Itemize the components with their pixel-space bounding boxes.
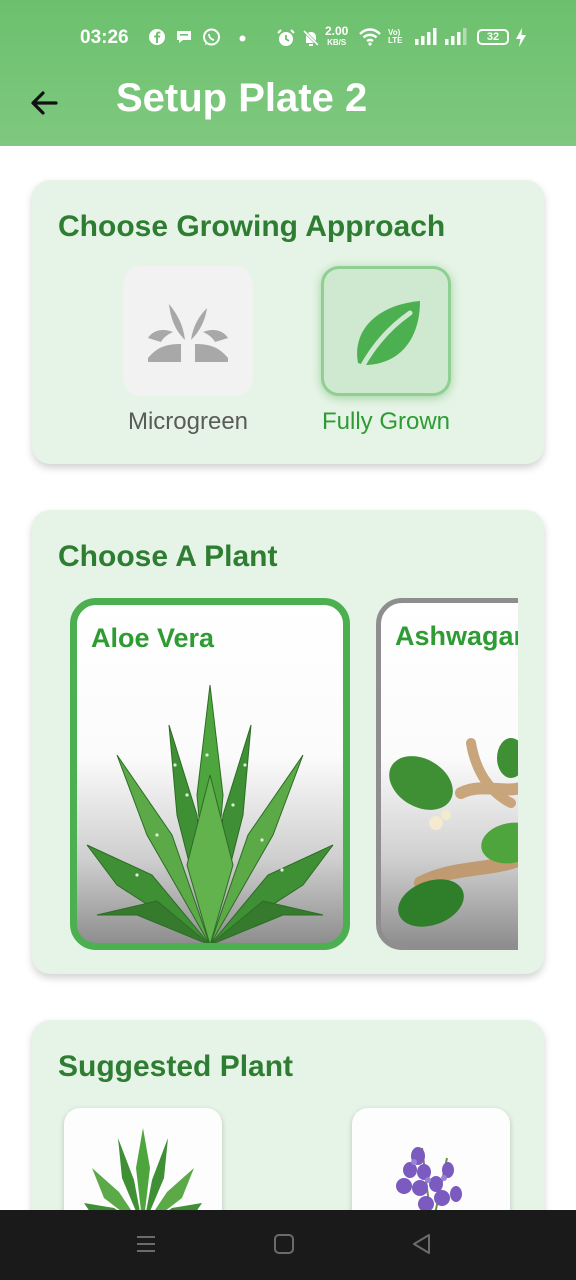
app-header: 03:26 2.00 KB/S Vo) LTE 32 Setup Plate 2 [0,0,576,146]
status-bar: 03:26 2.00 KB/S Vo) LTE 32 [0,0,576,78]
net-speed: 2.00 KB/S [325,24,349,48]
alarm-icon [277,29,295,46]
system-nav-bar [0,1210,576,1280]
signal-2-icon [445,28,467,45]
ashwagandha-icon [389,738,518,927]
facebook-icon [149,29,165,45]
microgreen-option[interactable] [123,266,253,396]
choose-plant-card: Choose A Plant Aloe Vera Ashwaga [32,510,544,974]
signal-icon [415,28,437,45]
suggested-plant-title: Suggested Plant [58,1050,294,1083]
volte-label: Vo) LTE [388,28,403,45]
whatsapp-icon [203,28,220,46]
growing-approach-title: Choose Growing Approach [58,210,446,243]
plant-name: Ashwagandha [395,621,518,651]
page-title: Setup Plate 2 [116,76,368,120]
net-speed-unit: KB/S [327,38,347,47]
back-arrow-icon[interactable] [28,86,62,120]
fully-grown-option[interactable] [321,266,451,396]
plant-name: Aloe Vera [91,623,215,653]
bell-off-icon [302,29,320,47]
leaf-icon [357,301,420,370]
aloe-vera-icon [86,684,334,943]
fully-grown-label: Fully Grown [321,408,451,435]
plant-card-aloe-vera[interactable]: Aloe Vera [70,598,350,950]
status-time: 03:26 [80,27,129,48]
back-triangle-icon[interactable] [410,1232,434,1256]
microgreen-label: Microgreen [127,408,249,435]
plant-carousel[interactable]: Aloe Vera Ashwaga [70,598,518,952]
battery-indicator: 32 [477,29,509,45]
net-speed-value: 2.00 [325,24,349,38]
sprout-icon [148,304,228,362]
home-icon[interactable] [272,1232,296,1256]
chat-bubble-icon [177,31,191,43]
growing-approach-card: Choose Growing Approach Microgreen Fully… [32,180,544,464]
charging-bolt-icon [516,28,526,47]
menu-icon[interactable] [134,1232,158,1256]
dot-icon [239,35,246,42]
wifi-icon [359,28,381,46]
choose-plant-title: Choose A Plant [58,540,278,573]
plant-card-ashwagandha[interactable]: Ashwagandha [376,598,518,950]
